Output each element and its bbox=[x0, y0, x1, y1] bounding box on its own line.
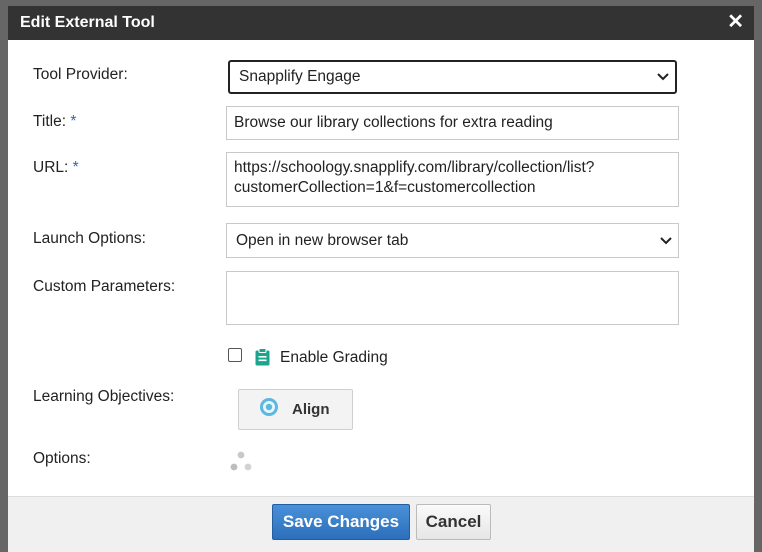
loading-dots-icon bbox=[229, 451, 253, 478]
align-button-label: Align bbox=[292, 401, 330, 418]
enable-grading-checkbox[interactable] bbox=[228, 348, 242, 362]
url-label-text: URL: bbox=[33, 159, 69, 176]
title-label: Title: * bbox=[33, 113, 76, 131]
dialog-footer: Save Changes Cancel bbox=[8, 496, 754, 552]
custom-parameters-textarea[interactable] bbox=[226, 271, 679, 325]
required-mark: * bbox=[70, 113, 77, 130]
dialog-titlebar: Edit External Tool ✕ bbox=[8, 6, 754, 40]
chevron-down-icon bbox=[660, 236, 672, 245]
tool-provider-value: Snapplify Engage bbox=[239, 68, 361, 85]
url-line-1: https://schoology.snapplify.com/library/… bbox=[234, 159, 595, 176]
chevron-down-icon bbox=[657, 73, 669, 81]
url-label: URL: * bbox=[33, 159, 79, 177]
close-icon[interactable]: ✕ bbox=[727, 11, 744, 33]
custom-parameters-label: Custom Parameters: bbox=[33, 278, 176, 295]
align-button[interactable]: Align bbox=[238, 389, 353, 430]
tool-provider-label: Tool Provider: bbox=[33, 66, 128, 83]
enable-grading-label: Enable Grading bbox=[280, 349, 388, 366]
title-label-text: Title: bbox=[33, 113, 67, 130]
cancel-button[interactable]: Cancel bbox=[416, 504, 491, 540]
launch-options-label: Launch Options: bbox=[33, 230, 146, 247]
title-input[interactable]: Browse our library collections for extra… bbox=[226, 106, 679, 140]
launch-options-select[interactable]: Open in new browser tab bbox=[226, 223, 679, 258]
learning-objectives-label: Learning Objectives: bbox=[33, 388, 175, 405]
clipboard-icon bbox=[255, 348, 270, 371]
options-label: Options: bbox=[33, 450, 91, 467]
save-changes-button[interactable]: Save Changes bbox=[272, 504, 410, 540]
required-mark: * bbox=[72, 159, 79, 176]
launch-options-value: Open in new browser tab bbox=[236, 231, 409, 249]
edit-external-tool-dialog: Edit External Tool ✕ Tool Provider: Snap… bbox=[0, 0, 762, 552]
url-line-2: customerCollection=1&f=customercollectio… bbox=[234, 179, 536, 196]
dialog-title: Edit External Tool bbox=[20, 14, 155, 31]
url-input[interactable]: https://schoology.snapplify.com/library/… bbox=[226, 152, 679, 207]
tool-provider-select[interactable]: Snapplify Engage bbox=[228, 60, 677, 94]
target-icon bbox=[259, 397, 279, 422]
